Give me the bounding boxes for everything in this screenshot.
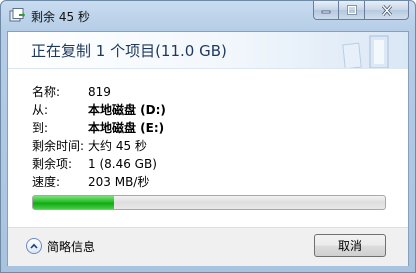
minimize-button[interactable]	[313, 1, 339, 20]
progress-fill	[33, 196, 114, 209]
copy-files-icon	[9, 8, 25, 22]
copy-dialog-window: 剩余 45 秒 正在复制 1 个项目(11.0 GB) 名称: 819 从: 本…	[0, 0, 416, 273]
close-button[interactable]	[365, 1, 409, 20]
maximize-button[interactable]	[339, 1, 365, 20]
copy-progress-bar	[32, 195, 386, 210]
title-bar[interactable]: 剩余 45 秒	[1, 1, 415, 31]
destination-drive-link[interactable]: 本地磁盘 (E:)	[88, 119, 164, 137]
info-label: 从:	[32, 103, 49, 117]
less-details-toggle[interactable]: 简略信息	[26, 236, 95, 256]
dialog-footer: 简略信息 取消	[8, 227, 408, 266]
info-label: 剩余项:	[32, 157, 73, 171]
dialog-content: 正在复制 1 个项目(11.0 GB) 名称: 819 从: 本地磁盘 (D:)…	[7, 31, 409, 266]
info-label: 到:	[32, 121, 49, 135]
info-label: 速度:	[32, 175, 61, 189]
maximize-icon	[346, 5, 357, 15]
window-controls	[313, 1, 409, 20]
minimize-icon	[321, 10, 331, 14]
cancel-button[interactable]: 取消	[314, 234, 386, 257]
chevron-up-icon	[26, 238, 42, 254]
info-value: 203 MB/秒	[88, 175, 150, 189]
source-drive-link[interactable]: 本地磁盘 (D:)	[88, 101, 166, 119]
info-value: 819	[88, 85, 111, 99]
window-title: 剩余 45 秒	[31, 10, 90, 24]
info-label: 剩余时间:	[32, 139, 85, 153]
info-value: 大约 45 秒	[88, 139, 147, 153]
copy-headline: 正在复制 1 个项目(11.0 GB)	[31, 42, 227, 60]
less-details-label: 简略信息	[47, 239, 96, 254]
info-value: 1 (8.46 GB)	[88, 157, 157, 171]
info-label: 名称:	[32, 85, 61, 99]
header-band: 正在复制 1 个项目(11.0 GB)	[8, 32, 408, 69]
documents-graphic-icon	[342, 35, 389, 68]
close-icon	[381, 4, 392, 16]
